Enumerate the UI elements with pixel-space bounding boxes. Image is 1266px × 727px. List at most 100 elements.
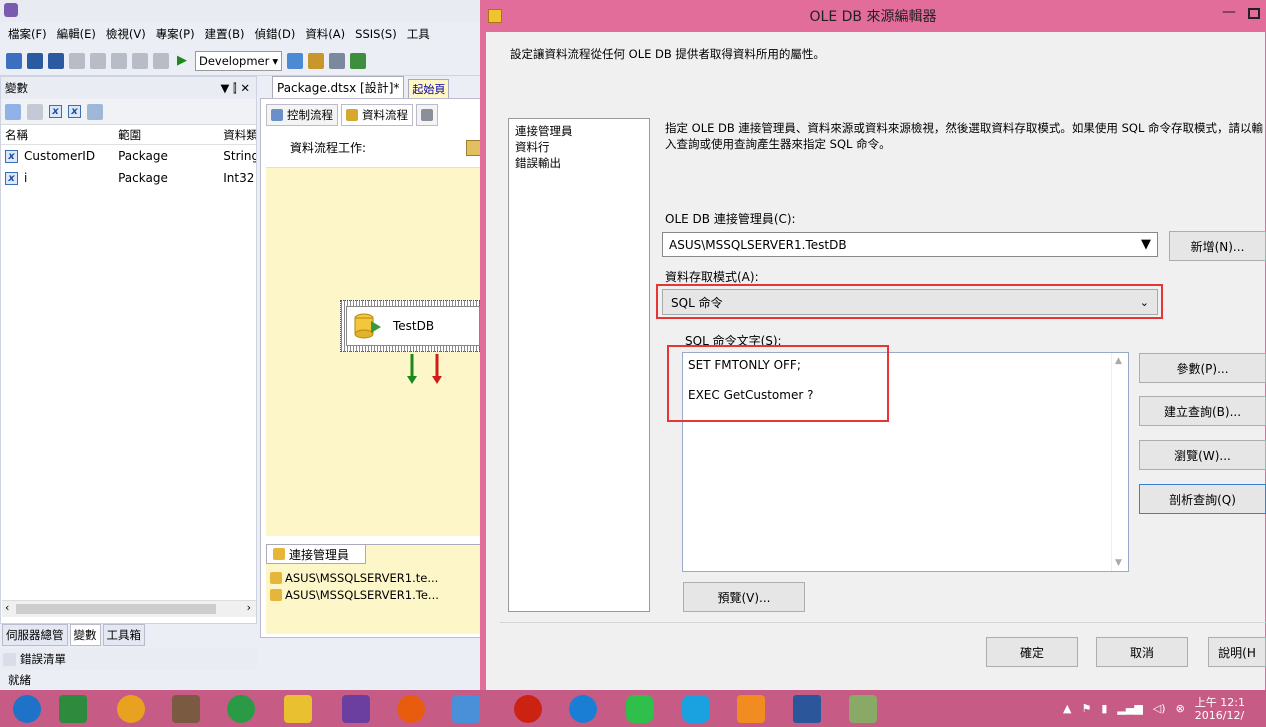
help-button[interactable]: 說明(H bbox=[1208, 637, 1266, 667]
cut-icon[interactable] bbox=[69, 52, 85, 69]
taskbar-app[interactable] bbox=[617, 693, 663, 724]
variable-scope: Package bbox=[118, 171, 168, 185]
parameters-button[interactable]: 參數(P)... bbox=[1139, 353, 1266, 383]
show-system-variables-icon[interactable]: x bbox=[49, 105, 62, 118]
tab-connection-managers[interactable]: 連接管理員 bbox=[266, 544, 366, 564]
column-scope[interactable]: 範圍 bbox=[118, 127, 223, 143]
flag-icon[interactable]: ⚑ bbox=[1081, 702, 1091, 715]
preview-button[interactable]: 預覽(V)... bbox=[683, 582, 805, 612]
design-canvas[interactable] bbox=[266, 168, 485, 536]
path-arrows-icon[interactable] bbox=[404, 352, 444, 386]
menu-file[interactable]: 檔案(F) bbox=[8, 26, 47, 42]
taskbar-app[interactable] bbox=[784, 693, 830, 724]
column-type[interactable]: 資料類 bbox=[223, 127, 256, 143]
sql-vertical-scrollbar[interactable]: ▲ ▼ bbox=[1111, 353, 1128, 571]
scroll-left-icon[interactable]: ‹ bbox=[5, 601, 9, 614]
battery-icon[interactable]: ▮ bbox=[1101, 702, 1107, 715]
maximize-icon[interactable] bbox=[1248, 8, 1260, 19]
undo-icon[interactable] bbox=[132, 52, 148, 69]
copy-icon[interactable] bbox=[90, 52, 106, 69]
tab-start-page[interactable]: 起始頁 bbox=[408, 79, 450, 98]
taskbar-app[interactable] bbox=[560, 693, 606, 724]
delete-variable-icon[interactable] bbox=[27, 103, 43, 120]
save-icon[interactable] bbox=[27, 52, 43, 69]
tab-variables[interactable]: 變數 bbox=[69, 624, 101, 646]
scroll-down-icon[interactable]: ▼ bbox=[1115, 558, 1122, 568]
start-icon[interactable]: ▶ bbox=[174, 53, 190, 69]
ime-icon[interactable]: ⊗ bbox=[1176, 702, 1185, 715]
nav-item-columns[interactable]: 資料行 bbox=[515, 139, 643, 155]
tab-more[interactable] bbox=[416, 104, 438, 126]
tab-data-flow[interactable]: 資料流程 bbox=[341, 104, 413, 126]
dropdown-arrow-icon[interactable]: ▼ bbox=[1141, 237, 1151, 252]
volume-icon[interactable]: ◁) bbox=[1153, 702, 1166, 715]
menu-build[interactable]: 建置(B) bbox=[205, 26, 245, 42]
show-hidden-icons-icon[interactable]: ▲ bbox=[1063, 702, 1071, 715]
taskbar-app[interactable] bbox=[505, 693, 551, 724]
scroll-up-icon[interactable]: ▲ bbox=[1115, 356, 1122, 366]
start-button[interactable] bbox=[4, 693, 50, 724]
connection-item[interactable]: ASUS\MSSQLSERVER1.te... bbox=[270, 569, 439, 586]
add-variable-icon[interactable] bbox=[5, 103, 21, 120]
solution-config-dropdown[interactable]: Developmer ▾ bbox=[195, 50, 283, 71]
scroll-right-icon[interactable]: › bbox=[247, 601, 251, 614]
network-icon[interactable]: ▂▄▆ bbox=[1117, 702, 1142, 715]
tab-server-explorer[interactable]: 伺服器總管 bbox=[2, 624, 68, 646]
menu-ssis[interactable]: SSIS(S) bbox=[355, 27, 397, 41]
new-connection-button[interactable]: 新增(N)... bbox=[1169, 231, 1266, 261]
redo-icon[interactable] bbox=[153, 52, 169, 69]
save-all-icon[interactable] bbox=[48, 52, 64, 69]
taskbar-app[interactable] bbox=[673, 693, 719, 724]
find-icon[interactable] bbox=[287, 52, 304, 69]
menu-view[interactable]: 檢視(V) bbox=[106, 26, 146, 42]
error-list-tab[interactable]: 錯誤清單 bbox=[0, 648, 257, 670]
connection-item[interactable]: ASUS\MSSQLSERVER1.Te... bbox=[270, 586, 439, 603]
ok-button[interactable]: 確定 bbox=[986, 637, 1078, 667]
taskbar-app[interactable] bbox=[275, 693, 321, 724]
menu-debug[interactable]: 偵錯(D) bbox=[254, 26, 295, 42]
taskbar-app[interactable] bbox=[333, 693, 379, 724]
taskbar-app[interactable] bbox=[50, 693, 96, 724]
parse-query-button[interactable]: 剖析查詢(Q) bbox=[1139, 484, 1266, 514]
column-name[interactable]: 名稱 bbox=[1, 127, 118, 143]
cancel-button[interactable]: 取消 bbox=[1096, 637, 1188, 667]
tab-toolbox[interactable]: 工具箱 bbox=[102, 624, 145, 646]
paste-icon[interactable] bbox=[111, 52, 127, 69]
taskbar-app[interactable] bbox=[840, 693, 886, 724]
menu-project[interactable]: 專案(P) bbox=[156, 26, 195, 42]
taskbar-app[interactable] bbox=[108, 693, 154, 724]
taskbar-app[interactable] bbox=[218, 693, 264, 724]
variable-row[interactable]: xi Package Int32 bbox=[1, 167, 256, 189]
ole-db-source-component[interactable]: TestDB bbox=[346, 306, 480, 346]
build-query-button[interactable]: 建立查詢(B)... bbox=[1139, 396, 1266, 426]
taskbar-app[interactable] bbox=[163, 693, 209, 724]
taskbar-app[interactable] bbox=[728, 693, 774, 724]
horizontal-scrollbar[interactable]: ‹ › bbox=[2, 600, 256, 617]
variable-icon: x bbox=[5, 149, 18, 163]
choose-columns-icon[interactable] bbox=[87, 103, 103, 120]
clock[interactable]: 上午 12:1 2016/12/ bbox=[1195, 696, 1245, 722]
connection-manager-combo[interactable]: ASUS\MSSQLSERVER1.TestDB ▼ bbox=[662, 232, 1158, 257]
nav-item-error-output[interactable]: 錯誤輸出 bbox=[515, 155, 643, 171]
show-all-variables-icon[interactable]: x bbox=[68, 105, 81, 118]
browse-button[interactable]: 瀏覽(W)... bbox=[1139, 440, 1266, 470]
tab-control-flow[interactable]: 控制流程 bbox=[266, 104, 338, 126]
variable-icon: x bbox=[5, 171, 18, 185]
store-icon bbox=[59, 694, 87, 723]
scroll-thumb[interactable] bbox=[16, 604, 216, 614]
tab-package-design[interactable]: Package.dtsx [設計]* bbox=[272, 76, 405, 98]
menu-edit[interactable]: 編輯(E) bbox=[57, 26, 96, 42]
package-icon[interactable] bbox=[350, 52, 367, 69]
properties-icon[interactable] bbox=[308, 52, 325, 69]
menu-tools[interactable]: 工具 bbox=[407, 26, 430, 42]
panel-pin-close-icons[interactable]: ▼ ⫿ ✕ bbox=[221, 81, 250, 96]
taskbar-app[interactable] bbox=[388, 693, 434, 724]
variable-row[interactable]: x CustomerID Package String bbox=[1, 145, 256, 167]
connection-manager-label: OLE DB 連接管理員(C): bbox=[665, 212, 796, 226]
taskbar-app[interactable] bbox=[443, 693, 489, 724]
minimize-icon[interactable]: — bbox=[1222, 4, 1236, 20]
new-project-icon[interactable] bbox=[6, 52, 22, 69]
menu-data[interactable]: 資料(A) bbox=[305, 26, 345, 42]
toolbox-icon[interactable] bbox=[329, 52, 346, 69]
nav-item-connection-manager[interactable]: 連接管理員 bbox=[515, 123, 643, 139]
